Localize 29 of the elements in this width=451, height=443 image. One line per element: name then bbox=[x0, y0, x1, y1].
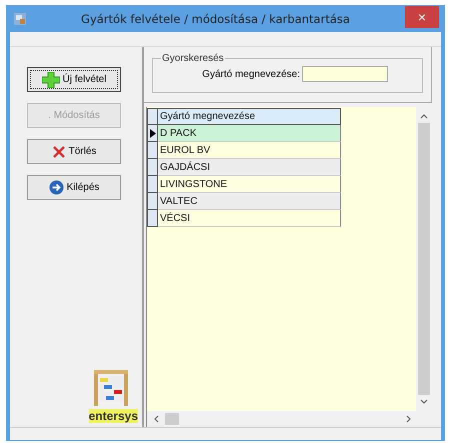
action-button[interactable]: Új felvétel bbox=[27, 67, 121, 92]
table-cell[interactable]: VALTEC bbox=[158, 193, 341, 210]
row-indicator[interactable] bbox=[147, 142, 158, 159]
scroll-thumb[interactable] bbox=[165, 413, 179, 425]
plus-icon bbox=[42, 72, 60, 88]
close-button[interactable]: × bbox=[405, 6, 439, 28]
row-indicator[interactable] bbox=[147, 210, 158, 227]
column-header[interactable]: Gyártó megnevezése bbox=[158, 108, 341, 125]
field-label: Gyártó megnevezése: bbox=[202, 68, 300, 80]
search-field[interactable] bbox=[302, 66, 388, 82]
row-indicator[interactable] bbox=[147, 125, 158, 142]
cross-icon bbox=[52, 144, 66, 158]
table-cell[interactable]: EUROL BV bbox=[158, 142, 341, 159]
app-icon bbox=[14, 13, 26, 25]
horizontal-scrollbar[interactable] bbox=[147, 411, 432, 427]
table-cell[interactable]: VÉCSI bbox=[158, 210, 341, 227]
table-cell[interactable]: LIVINGSTONE bbox=[158, 176, 341, 193]
window-title: Gyártók felvétele / módosítása / karbantartása bbox=[80, 12, 351, 26]
table-cell[interactable]: GAJDÁCSI bbox=[158, 159, 341, 176]
row-indicator[interactable] bbox=[147, 193, 158, 210]
row-header bbox=[147, 108, 158, 125]
action-button[interactable]: Törlés bbox=[27, 139, 121, 164]
row-indicator[interactable] bbox=[147, 159, 158, 176]
group-title: Gyorskeresés bbox=[161, 53, 225, 64]
action-button[interactable]: Kilépés bbox=[27, 175, 121, 200]
pointer-icon bbox=[150, 128, 156, 138]
logo-text: entersys bbox=[88, 409, 138, 423]
table-cell[interactable]: D PACK bbox=[158, 125, 341, 142]
row-indicator[interactable] bbox=[147, 176, 158, 193]
